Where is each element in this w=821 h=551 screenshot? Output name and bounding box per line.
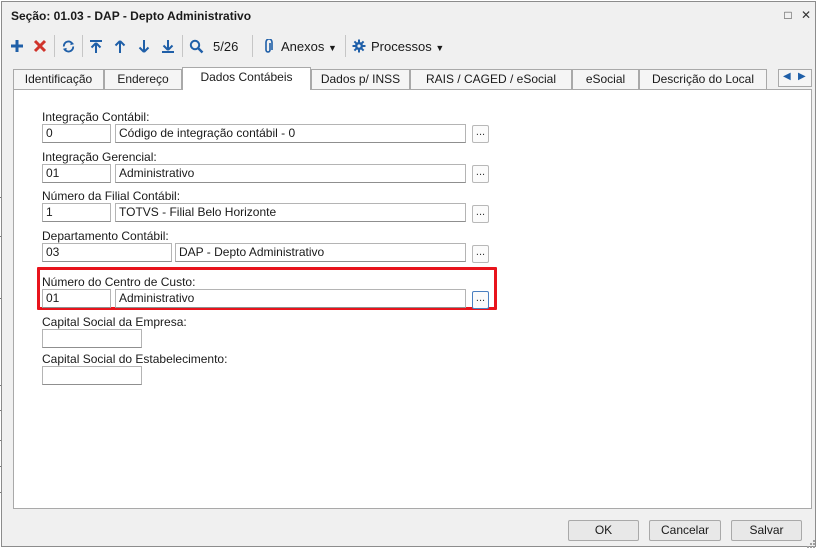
capital-estabelecimento-input[interactable] [42,366,142,385]
centro-custo-label: Número do Centro de Custo: [42,275,196,289]
tab-scroll-left-icon[interactable]: ◀ [783,71,791,82]
centro-custo-description: Administrativo [115,289,466,308]
close-button[interactable]: ✕ [797,6,815,24]
tab-scroll-right-icon[interactable]: ▶ [798,71,806,82]
save-button[interactable]: Salvar [731,520,802,541]
integracao-gerencial-code-input[interactable]: 01 [42,164,111,183]
paperclip-icon[interactable] [260,36,276,56]
capital-empresa-label: Capital Social da Empresa: [42,315,187,329]
maximize-button[interactable]: □ [779,6,797,24]
tab-strip: Identificação Endereço Dados Contábeis D… [13,67,813,90]
filial-contabil-description: TOTVS - Filial Belo Horizonte [115,203,466,222]
tab-descricao-local[interactable]: Descrição do Local [639,69,767,89]
toolbar: 5/26 Anexos ▼ Processos ▼ [2,31,815,61]
filial-contabil-lookup-button[interactable]: ... [472,205,489,223]
integracao-contabil-label: Integração Contábil: [42,110,150,124]
title-bar: Seção: 01.03 - DAP - Depto Administrativ… [2,2,815,30]
resize-grip-icon[interactable] [807,540,815,548]
filial-contabil-label: Número da Filial Contábil: [42,189,181,203]
tab-esocial[interactable]: eSocial [572,69,639,89]
gear-icon[interactable] [351,36,367,56]
tab-identificacao[interactable]: Identificação [13,69,104,89]
section-dialog: Seção: 01.03 - DAP - Depto Administrativ… [1,1,816,548]
search-icon[interactable] [186,36,206,56]
integracao-gerencial-label: Integração Gerencial: [42,150,157,164]
tab-scroll-buttons: ◀ ▶ [778,69,812,87]
filial-contabil-code-input[interactable]: 1 [42,203,111,222]
tab-dados-inss[interactable]: Dados p/ INSS [311,69,410,89]
departamento-contabil-lookup-button[interactable]: ... [472,245,489,263]
ok-button[interactable]: OK [568,520,639,541]
last-record-icon[interactable] [159,36,177,56]
capital-estabelecimento-label: Capital Social do Estabelecimento: [42,352,228,366]
previous-record-icon[interactable] [111,36,129,56]
integracao-contabil-lookup-button[interactable]: ... [472,125,489,143]
capital-empresa-input[interactable] [42,329,142,348]
tab-dados-contabeis[interactable]: Dados Contábeis [182,67,311,90]
departamento-contabil-code-input[interactable]: 03 [42,243,172,262]
processes-dropdown-icon: ▼ [435,43,445,53]
next-record-icon[interactable] [135,36,153,56]
departamento-contabil-label: Departamento Contábil: [42,229,169,243]
integracao-gerencial-description: Administrativo [115,164,466,183]
refresh-icon[interactable] [58,36,78,56]
add-icon[interactable] [8,36,26,56]
departamento-contabil-description: DAP - Depto Administrativo [175,243,466,262]
attachments-button[interactable]: Anexos ▼ [281,39,337,54]
delete-icon[interactable] [31,36,49,56]
integracao-gerencial-lookup-button[interactable]: ... [472,165,489,183]
integracao-contabil-code-input[interactable]: 0 [42,124,111,143]
centro-custo-lookup-button[interactable]: ... [472,291,489,309]
tab-rais-caged-esocial[interactable]: RAIS / CAGED / eSocial [410,69,572,89]
window-title: Seção: 01.03 - DAP - Depto Administrativ… [11,9,252,23]
attachments-dropdown-icon: ▼ [328,43,337,53]
cancel-button[interactable]: Cancelar [649,520,721,541]
first-record-icon[interactable] [87,36,105,56]
centro-custo-code-input[interactable]: 01 [42,289,111,308]
processes-button[interactable]: Processos ▼ [371,39,444,54]
record-position: 5/26 [213,39,239,54]
integracao-contabil-description: Código de integração contábil - 0 [115,124,466,143]
dados-contabeis-panel: Integração Contábil: 0 Código de integra… [13,89,812,509]
tab-endereco[interactable]: Endereço [104,69,182,89]
